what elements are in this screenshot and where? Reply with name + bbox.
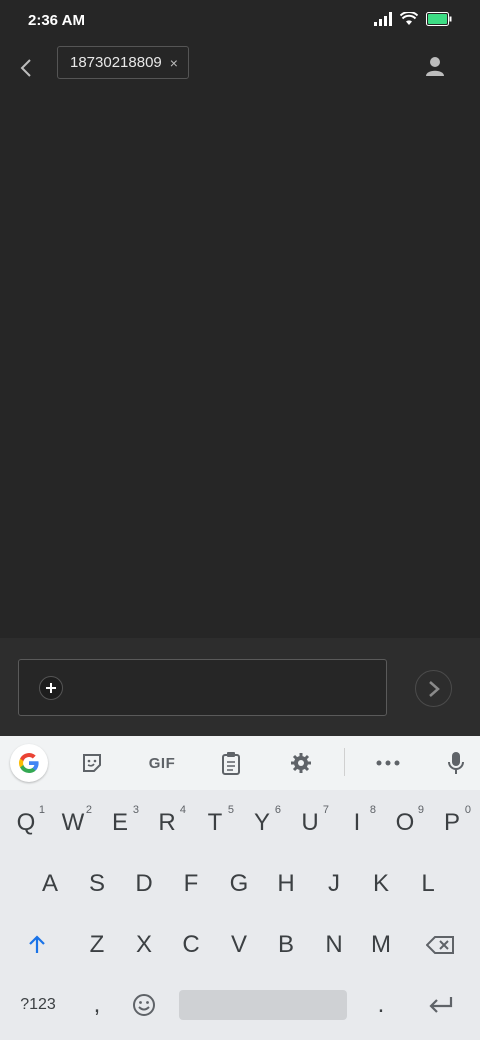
gif-label: GIF (148, 754, 176, 772)
key-x[interactable]: X (121, 918, 167, 972)
more-icon (376, 760, 400, 766)
status-icons (374, 12, 452, 26)
key-f[interactable]: F (168, 857, 214, 911)
status-bar: 2:36 AM (0, 0, 480, 44)
settings-icon (291, 753, 311, 773)
key-label: Q (16, 809, 36, 836)
key-v[interactable]: V (216, 918, 262, 972)
enter-icon (429, 997, 453, 1013)
clipboard-button[interactable] (214, 746, 248, 780)
more-button[interactable] (371, 746, 405, 780)
recipient-number: 18730218809 (70, 54, 162, 71)
key-label: I (353, 809, 361, 836)
gif-button[interactable]: GIF (144, 746, 180, 780)
contact-button[interactable] (420, 50, 450, 82)
signal-icon (374, 12, 392, 26)
toolbar-divider (344, 748, 345, 776)
key-i[interactable]: I8 (334, 796, 380, 850)
key-k[interactable]: K (358, 857, 404, 911)
key-label: U (301, 809, 319, 836)
key-y[interactable]: Y6 (239, 796, 285, 850)
sticker-icon (83, 754, 101, 772)
wifi-icon (400, 12, 418, 25)
key-label: Y (253, 809, 270, 836)
period-key[interactable]: . (358, 978, 404, 1032)
composer-area (0, 638, 480, 736)
key-hint: 9 (417, 804, 424, 816)
key-hint: 0 (464, 804, 471, 816)
recipient-chip[interactable]: 18730218809 × (57, 46, 189, 79)
keyboard-toolbar: GIF (0, 736, 480, 790)
remove-recipient-icon[interactable]: × (170, 55, 178, 71)
sticker-button[interactable] (75, 746, 109, 780)
key-hint: 7 (322, 804, 329, 816)
shift-arrow-icon (29, 935, 45, 953)
message-thread (0, 92, 480, 638)
comma-key[interactable]: , (74, 978, 120, 1032)
key-t[interactable]: T5 (192, 796, 238, 850)
key-e[interactable]: E3 (97, 796, 143, 850)
google-icon (19, 753, 39, 773)
key-label: O (395, 809, 415, 836)
key-r[interactable]: R4 (144, 796, 190, 850)
message-input[interactable] (18, 659, 387, 716)
key-o[interactable]: O9 (382, 796, 428, 850)
key-s[interactable]: S (74, 857, 120, 911)
send-button[interactable] (415, 670, 452, 707)
key-h[interactable]: H (263, 857, 309, 911)
conversation-header: 18730218809 × (0, 44, 480, 92)
key-g[interactable]: G (216, 857, 262, 911)
attach-button[interactable] (39, 676, 63, 700)
key-hint: 3 (132, 804, 139, 816)
key-hint: 6 (274, 804, 281, 816)
settings-button[interactable] (284, 746, 318, 780)
key-hint: 8 (369, 804, 376, 816)
battery-icon (426, 12, 452, 26)
key-hint: 5 (227, 804, 234, 816)
person-icon (426, 57, 444, 76)
key-n[interactable]: N (311, 918, 357, 972)
key-label: P (443, 809, 460, 836)
clipboard-icon (222, 752, 240, 775)
space-key[interactable] (179, 990, 347, 1020)
voice-button[interactable] (439, 746, 473, 780)
google-button[interactable] (10, 744, 48, 782)
mic-icon (448, 752, 464, 774)
emoji-icon (133, 994, 155, 1016)
key-label: R (158, 809, 176, 836)
key-p[interactable]: P0 (429, 796, 475, 850)
key-w[interactable]: W2 (50, 796, 96, 850)
key-hint: 1 (38, 804, 45, 816)
backspace-key[interactable] (418, 918, 464, 972)
key-c[interactable]: C (168, 918, 214, 972)
keyboard: Q1 W2 E3 R4 T5 Y6 U7 I8 O9 P0 A S D F G … (0, 790, 480, 1040)
key-d[interactable]: D (121, 857, 167, 911)
backspace-icon (426, 936, 454, 954)
key-label: W (61, 809, 85, 836)
key-l[interactable]: L (405, 857, 451, 911)
key-q[interactable]: Q1 (3, 796, 49, 850)
key-a[interactable]: A (27, 857, 73, 911)
back-arrow-icon (20, 59, 31, 77)
status-time: 2:36 AM (28, 12, 85, 29)
key-u[interactable]: U7 (287, 796, 333, 850)
symbols-key[interactable]: ?123 (12, 978, 64, 1032)
key-label: E (111, 809, 128, 836)
back-button[interactable] (12, 50, 40, 86)
key-b[interactable]: B (263, 918, 309, 972)
key-hint: 4 (179, 804, 186, 816)
key-label: T (207, 809, 223, 836)
shift-key[interactable] (14, 918, 60, 972)
key-hint: 2 (85, 804, 92, 816)
key-j[interactable]: J (311, 857, 357, 911)
emoji-key[interactable] (121, 978, 167, 1032)
enter-key[interactable] (418, 978, 464, 1032)
key-m[interactable]: M (358, 918, 404, 972)
key-z[interactable]: Z (74, 918, 120, 972)
plus-icon (46, 683, 56, 693)
send-icon (428, 680, 440, 697)
